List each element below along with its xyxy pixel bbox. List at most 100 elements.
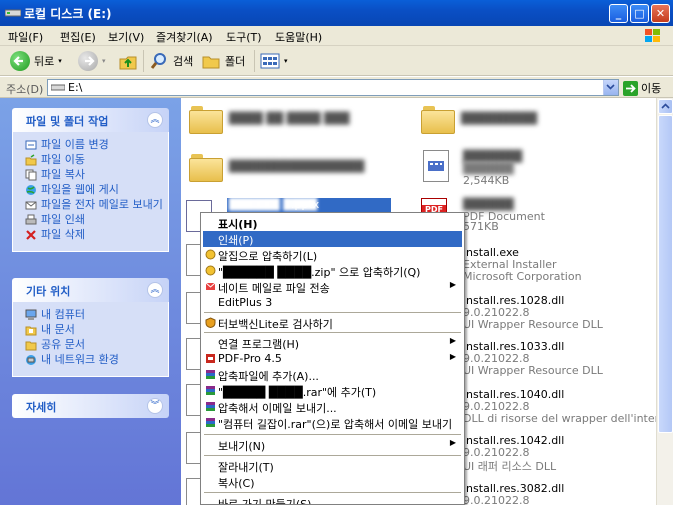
back-button[interactable]: 뒤로 ▾ <box>10 49 62 73</box>
back-arrow-icon <box>10 51 30 71</box>
views-button[interactable]: ▾ <box>260 49 288 73</box>
move-icon <box>25 154 37 166</box>
computer-icon <box>25 309 37 320</box>
other-places-header[interactable]: 기타 위치 ︽ <box>12 278 169 302</box>
address-input[interactable]: E:\ <box>47 79 619 96</box>
menu-file[interactable]: 파일(F) <box>8 29 43 45</box>
menu-item-add-archive[interactable]: 압축파일에 추가(A)... <box>203 367 462 383</box>
documents-folder-icon <box>25 326 37 336</box>
file-size: 571KB <box>463 220 499 233</box>
file-folder-tasks-header[interactable]: 파일 및 폴더 작업 ︽ <box>12 108 169 132</box>
task-email[interactable]: 파일을 전자 메일로 보내기 <box>25 198 164 211</box>
menu-item-open[interactable]: 표시(H) <box>203 215 462 231</box>
drive-icon <box>5 9 21 17</box>
file-company: Microsoft Corporation <box>463 270 582 283</box>
scroll-thumb[interactable] <box>658 115 673 433</box>
task-rename[interactable]: 파일 이름 변경 <box>25 138 164 151</box>
minimize-button[interactable]: _ <box>609 4 628 23</box>
menu-item-create-shortcut[interactable]: 바로 가기 만들기(S) <box>203 495 462 504</box>
place-network[interactable]: 내 네트워크 환경 <box>25 353 164 366</box>
submenu-arrow-icon: ▶ <box>449 352 456 361</box>
menu-item-turbo-vaccine[interactable]: 터보백신Lite로 검사하기 <box>203 315 462 331</box>
menu-tools[interactable]: 도구(T) <box>226 29 262 45</box>
task-label: 파일 이동 <box>41 153 85 166</box>
file-extension: .pptx <box>291 198 320 211</box>
collapse-chevron-icon[interactable]: ︽ <box>147 112 163 128</box>
menu-item-open-with[interactable]: 연결 프로그램(H) ▶ <box>203 335 462 351</box>
collapse-chevron-icon[interactable]: ︽ <box>147 282 163 298</box>
forward-dropdown-icon[interactable]: ▾ <box>102 57 106 65</box>
menu-item-label: 잘라내기(T) <box>218 461 274 474</box>
chevron-up-icon <box>661 103 670 109</box>
other-places-panel: 기타 위치 ︽ 내 컴퓨터 내 문서 공유 문서 내 네트워크 환경 <box>12 278 169 377</box>
task-label: 파일 인쇄 <box>41 213 85 226</box>
search-button[interactable]: 검색 <box>149 49 193 73</box>
task-publish-web[interactable]: 파일을 웹에 게시 <box>25 183 164 196</box>
copy-icon <box>25 169 37 181</box>
go-label: 이동 <box>641 82 662 95</box>
file-folder-tasks-panel: 파일 및 폴더 작업 ︽ 파일 이름 변경 파일 이동 파일 복사 파일을 웹에… <box>12 108 169 252</box>
menu-item-label: 복사(C) <box>218 477 255 490</box>
maximize-button[interactable]: □ <box>630 4 649 23</box>
task-label: 파일을 웹에 게시 <box>41 183 119 196</box>
file-desc: UI Wrapper Resource DLL <box>463 318 603 331</box>
winrar-icon <box>206 418 215 427</box>
expand-chevron-icon[interactable]: ︾ <box>147 398 163 414</box>
task-label: 파일을 전자 메일로 보내기 <box>41 198 163 211</box>
menu-favorites[interactable]: 즐겨찾기(A) <box>156 29 213 45</box>
folder-icon[interactable] <box>189 106 223 134</box>
menu-item-cut[interactable]: 잘라내기(T) <box>203 458 462 474</box>
scroll-up-button[interactable] <box>658 99 673 114</box>
views-icon <box>260 53 280 69</box>
menu-view[interactable]: 보기(V) <box>108 29 144 45</box>
folder-icon[interactable] <box>189 154 223 182</box>
address-value: E:\ <box>68 81 83 94</box>
search-label: 검색 <box>173 55 194 68</box>
context-menu: 표시(H) 인쇄(P) 알집으로 압축하기(L) "██████ ████.zi… <box>200 212 465 505</box>
file-desc: UI 래퍼 리소스 DLL <box>463 460 557 473</box>
task-delete[interactable]: 파일 삭제 <box>25 228 164 241</box>
menu-help[interactable]: 도움말(H) <box>275 29 322 45</box>
menu-item-compress-email[interactable]: 압축해서 이메일 보내기... <box>203 399 462 415</box>
task-move[interactable]: 파일 이동 <box>25 153 164 166</box>
up-folder-icon[interactable] <box>118 51 138 71</box>
search-icon <box>150 53 166 69</box>
place-my-documents[interactable]: 내 문서 <box>25 323 164 336</box>
task-copy[interactable]: 파일 복사 <box>25 168 164 181</box>
close-button[interactable]: ✕ <box>651 4 670 23</box>
ini-file-icon[interactable] <box>423 150 449 182</box>
task-label: 파일 복사 <box>41 168 85 181</box>
menu-item-add-rar[interactable]: "█████ ████.rar"에 추가(T) <box>203 383 462 399</box>
menu-item-copy[interactable]: 복사(C) <box>203 474 462 490</box>
address-dropdown-button[interactable] <box>603 80 618 95</box>
menu-item-send-to[interactable]: 보내기(N) ▶ <box>203 437 462 453</box>
file-size: 2,544KB <box>463 174 510 187</box>
details-header[interactable]: 자세히 ︾ <box>12 394 169 418</box>
place-my-computer[interactable]: 내 컴퓨터 <box>25 308 164 321</box>
menu-item-nate-mail[interactable]: 네이트 메일로 파일 전송 ▶ <box>203 279 462 295</box>
menu-item-compress-zip[interactable]: "██████ ████.zip" 으로 압축하기(Q) <box>203 263 462 279</box>
menu-item-editplus[interactable]: EditPlus 3 <box>203 295 462 311</box>
menu-item-compress-rar-email[interactable]: "컴퓨터 길잡이.rar"(으)로 압축해서 이메일 보내기 <box>203 415 462 431</box>
submenu-arrow-icon: ▶ <box>449 438 456 447</box>
views-dropdown-icon: ▾ <box>284 57 288 65</box>
network-icon <box>26 355 36 365</box>
menu-item-label: "██████ ████.zip" 으로 압축하기(Q) <box>218 266 421 279</box>
place-shared-documents[interactable]: 공유 문서 <box>25 338 164 351</box>
task-print[interactable]: 파일 인쇄 <box>25 213 164 226</box>
folder-icon[interactable] <box>421 106 455 134</box>
windows-logo-icon <box>645 29 660 42</box>
winrar-icon <box>206 402 215 411</box>
menu-item-print[interactable]: 인쇄(P) <box>203 231 462 247</box>
menu-edit[interactable]: 편집(E) <box>60 29 96 45</box>
back-dropdown-icon[interactable]: ▾ <box>58 57 62 65</box>
forward-button[interactable]: ▾ <box>78 49 106 73</box>
selected-pptx-file[interactable]: ██████ ████ .pptx <box>227 198 391 212</box>
menu-item-label: "█████ ████.rar"에 추가(T) <box>218 386 377 399</box>
address-bar: 주소(D) E:\ 이동 <box>0 77 673 98</box>
menu-item-pdf-pro[interactable]: PDF-Pro 4.5 ▶ <box>203 351 462 367</box>
folders-button[interactable]: 폴더 <box>201 49 245 73</box>
go-button[interactable]: 이동 <box>623 80 661 96</box>
vertical-scrollbar[interactable] <box>656 98 673 505</box>
menu-item-compress-alzip[interactable]: 알집으로 압축하기(L) <box>203 247 462 263</box>
